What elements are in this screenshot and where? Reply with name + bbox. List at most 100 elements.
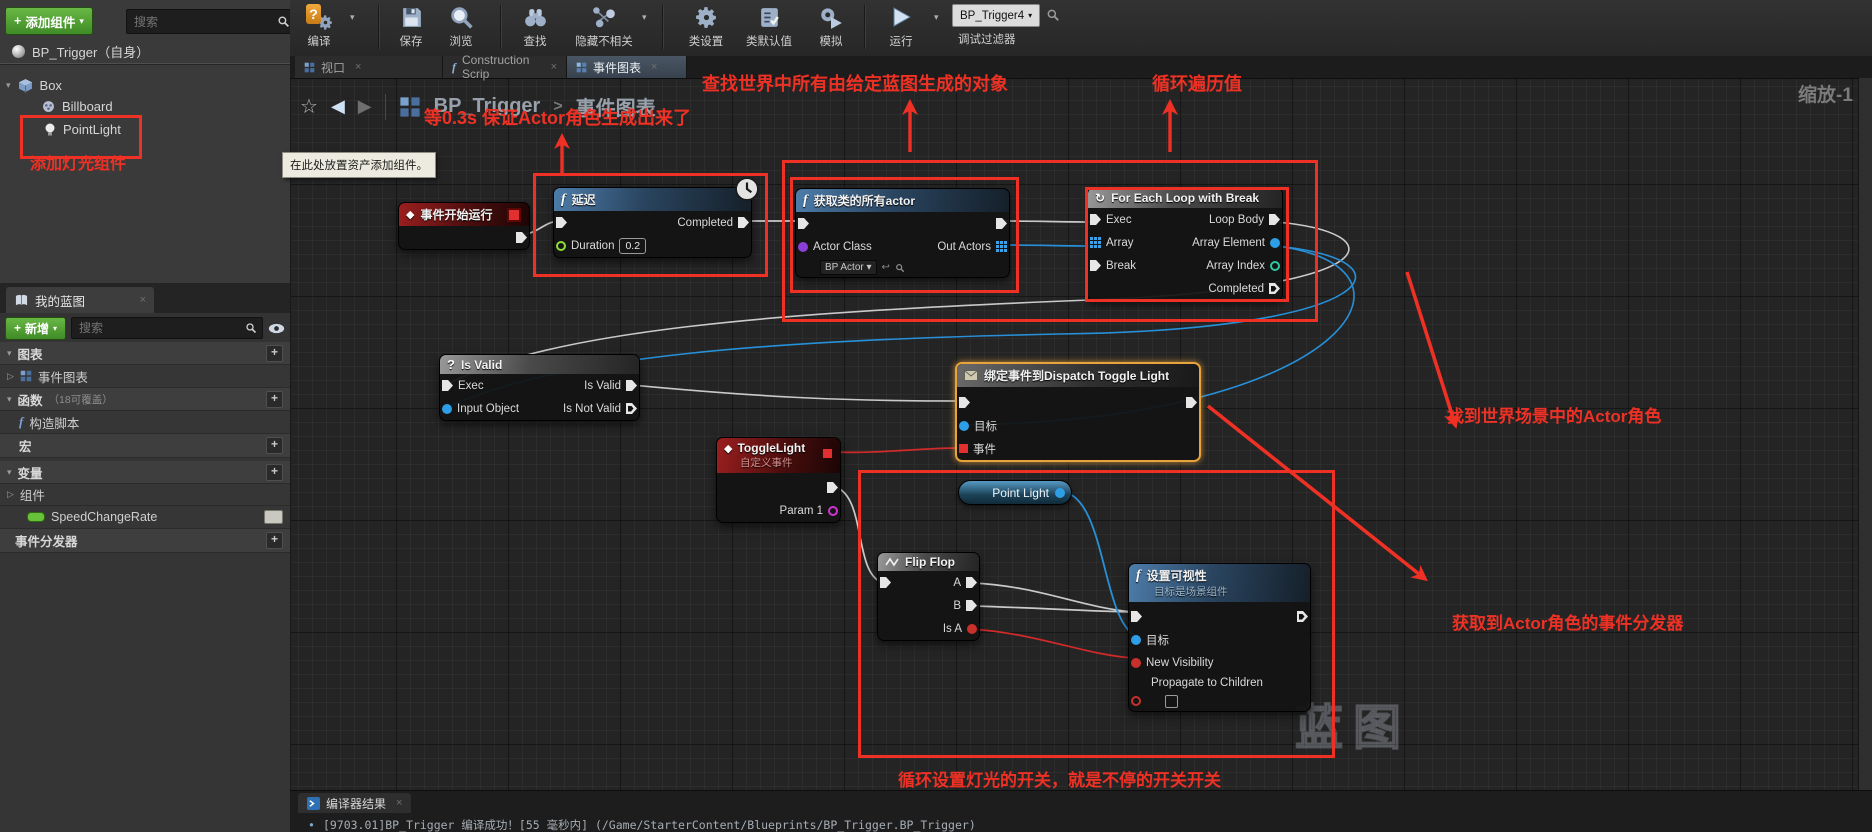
nav-forward-icon[interactable]: ▶ xyxy=(358,96,372,117)
is-a-bool-pin[interactable] xyxy=(967,624,977,634)
my-blueprint-search[interactable] xyxy=(71,317,263,339)
point-light-out-pin[interactable] xyxy=(1055,488,1065,498)
exec-in-pin[interactable] xyxy=(798,218,809,229)
exec-out-pin[interactable] xyxy=(516,232,527,243)
is-valid-exec-out-pin[interactable] xyxy=(626,380,637,391)
target-pin[interactable] xyxy=(1131,635,1141,645)
completed-exec-out-pin[interactable] xyxy=(1269,283,1280,294)
component-root-row[interactable]: BP_Trigger（自身） xyxy=(12,42,149,61)
node-point-light-variable[interactable]: Point Light xyxy=(958,480,1072,505)
component-row-pointlight[interactable]: PointLight xyxy=(44,122,121,137)
node-bind-event-dispatch-toggle-light[interactable]: 绑定事件到Dispatch Toggle Light 目标 事件 xyxy=(955,362,1201,462)
exec-in-pin[interactable] xyxy=(1090,214,1101,225)
out-actors-array-pin[interactable] xyxy=(996,241,1007,252)
add-function-button[interactable]: + xyxy=(266,391,283,408)
close-icon[interactable]: × xyxy=(651,61,657,73)
add-graph-button[interactable]: + xyxy=(266,345,283,362)
class-settings-button[interactable]: 类设置 xyxy=(680,3,732,49)
eye-filter-icon[interactable] xyxy=(268,323,285,334)
visibility-icon[interactable] xyxy=(264,510,283,524)
browse-class-icon[interactable] xyxy=(895,263,905,273)
exec-in-pin[interactable] xyxy=(1131,611,1142,622)
hide-unrelated-caret[interactable]: ▾ xyxy=(642,12,647,23)
compile-options-caret[interactable]: ▾ xyxy=(350,12,355,23)
expand-arrow-icon[interactable]: ▾ xyxy=(7,467,12,478)
play-options-caret[interactable]: ▾ xyxy=(934,12,939,23)
favorite-star-icon[interactable]: ☆ xyxy=(300,94,318,119)
a-exec-out-pin[interactable] xyxy=(966,577,977,588)
item-event-graph[interactable]: ▷ 事件图表 xyxy=(0,365,290,388)
save-button[interactable]: 保存 xyxy=(388,3,434,49)
node-toggle-light-event[interactable]: ◆ ToggleLight 自定义事件 Param 1 xyxy=(716,437,841,523)
class-defaults-button[interactable]: 类默认值 xyxy=(738,3,800,49)
reset-icon[interactable]: ↩ xyxy=(882,262,890,273)
node-get-all-actors-of-class[interactable]: f 获取类的所有actor Actor Class Out Actors BP … xyxy=(795,188,1010,278)
new-button[interactable]: + 新增 ▾ xyxy=(5,317,66,340)
tab-my-blueprint[interactable]: 我的蓝图 × xyxy=(6,287,154,313)
completed-exec-out-pin[interactable] xyxy=(738,217,749,228)
exec-in-pin[interactable] xyxy=(556,217,567,228)
add-dispatcher-button[interactable]: + xyxy=(266,532,283,549)
node-event-begin-play[interactable]: ◆ 事件开始运行 xyxy=(398,202,530,250)
exec-out-pin[interactable] xyxy=(996,218,1007,229)
tab-construction-script[interactable]: f Construction Scrip × xyxy=(443,56,567,78)
node-flip-flop[interactable]: Flip Flop A B Is A xyxy=(877,552,980,641)
add-component-button[interactable]: + 添加组件 ▾ xyxy=(5,7,93,35)
close-icon[interactable]: × xyxy=(551,61,557,73)
component-row-box[interactable]: ▾ Box xyxy=(6,78,62,93)
propagate-bool-pin[interactable] xyxy=(1131,696,1141,706)
input-object-pin[interactable] xyxy=(442,404,452,414)
collapse-arrow-icon[interactable]: ▷ xyxy=(7,489,14,500)
exec-in-pin[interactable] xyxy=(959,397,970,408)
play-button[interactable]: 运行 xyxy=(878,3,924,49)
tab-event-graph[interactable]: 事件图表 × xyxy=(567,56,687,78)
exec-in-pin[interactable] xyxy=(442,380,453,391)
hide-unrelated-button[interactable]: 隐藏不相关 xyxy=(562,3,646,49)
array-in-pin[interactable] xyxy=(1090,237,1101,248)
node-for-each-loop-with-break[interactable]: ↻ For Each Loop with Break Exec Loop Bod… xyxy=(1087,187,1283,301)
is-not-valid-exec-out-pin[interactable] xyxy=(626,403,637,414)
break-exec-in-pin[interactable] xyxy=(1090,260,1101,271)
close-icon[interactable]: × xyxy=(396,797,402,809)
expand-arrow-icon[interactable]: ▾ xyxy=(7,394,12,405)
actor-class-pin[interactable] xyxy=(798,242,808,252)
item-construction-script[interactable]: f 构造脚本 xyxy=(0,411,290,434)
array-index-pin[interactable] xyxy=(1270,261,1280,271)
component-search-input[interactable] xyxy=(132,14,277,30)
section-macros[interactable]: 宏 + xyxy=(0,434,290,458)
component-search[interactable] xyxy=(126,9,296,34)
node-is-valid[interactable]: ? Is Valid Exec Is Valid Input Object Is… xyxy=(439,354,640,421)
expand-arrow-icon[interactable]: ▾ xyxy=(6,80,11,91)
my-blueprint-search-input[interactable] xyxy=(77,320,245,336)
duration-float-pin[interactable] xyxy=(556,241,566,251)
nav-back-icon[interactable]: ◀ xyxy=(331,96,345,117)
exec-out-pin[interactable] xyxy=(827,482,838,493)
delegate-out-pin[interactable] xyxy=(823,449,832,458)
actor-class-dropdown[interactable]: BP Actor ▾ xyxy=(820,260,877,275)
node-delay[interactable]: f 延迟 Completed Duration 0.2 xyxy=(553,187,752,258)
tab-compiler-results[interactable]: 编译器结果 × xyxy=(298,793,411,813)
debug-object-dropdown[interactable]: BP_Trigger4 ▾ xyxy=(952,4,1040,27)
exec-out-pin[interactable] xyxy=(1186,397,1197,408)
tab-viewport[interactable]: 视口 × xyxy=(295,56,443,78)
target-pin[interactable] xyxy=(959,421,969,431)
component-row-billboard[interactable]: Billboard xyxy=(42,99,113,114)
item-components-category[interactable]: ▷ 组件 xyxy=(0,484,290,506)
array-element-pin[interactable] xyxy=(1270,238,1280,248)
right-panel-edge[interactable] xyxy=(1858,78,1872,790)
param1-pin[interactable] xyxy=(828,506,838,516)
debug-search-icon[interactable] xyxy=(1046,8,1060,22)
add-variable-button[interactable]: + xyxy=(266,464,283,481)
add-macro-button[interactable]: + xyxy=(266,437,283,454)
simulate-button[interactable]: 模拟 xyxy=(806,3,856,49)
b-exec-out-pin[interactable] xyxy=(966,600,977,611)
close-icon[interactable]: × xyxy=(355,61,361,73)
node-set-visibility[interactable]: f 设置可视性 目标是场景组件 目标 New Visibility Propag… xyxy=(1128,563,1311,712)
collapse-arrow-icon[interactable]: ▷ xyxy=(7,371,14,382)
event-delegate-pin[interactable] xyxy=(959,444,968,453)
propagate-checkbox[interactable] xyxy=(1165,695,1178,708)
browse-button[interactable]: 浏览 xyxy=(438,3,484,49)
item-speed-change-rate[interactable]: SpeedChangeRate xyxy=(0,506,290,529)
loop-body-exec-out-pin[interactable] xyxy=(1269,214,1280,225)
section-event-dispatchers[interactable]: 事件分发器 + xyxy=(0,529,290,553)
